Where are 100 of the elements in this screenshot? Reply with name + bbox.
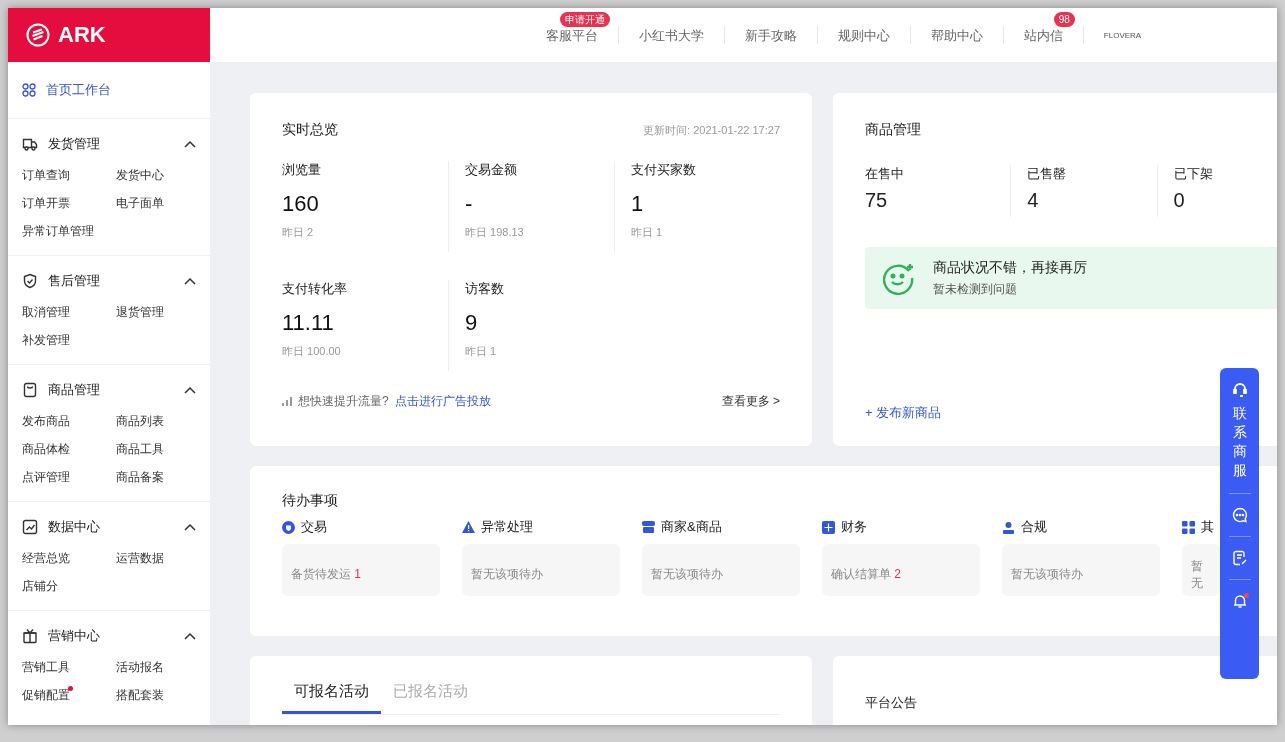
sidebar-home-item[interactable]: 首页工作台 [8,62,210,118]
person-icon [1002,520,1015,534]
sidebar-item[interactable]: 电子面单 [116,189,164,217]
metric-yesterday: 昨日 1 [465,344,498,359]
brand-name: ARK [58,22,106,48]
metric-yesterday: 昨日 100.00 [282,344,342,359]
card-title: 平台公告 [865,695,917,710]
stat-value: 4 [1027,189,1040,212]
metric-value: 160 [282,191,320,217]
sidebar-group-header[interactable]: 数据中心 [22,514,196,540]
top-nav-link[interactable]: 新手攻略 [744,26,797,45]
top-nav-link[interactable]: 站内信 [1023,26,1063,45]
todo-category: 商家&商品 [661,518,722,536]
sidebar-item[interactable]: 补发管理 [22,326,70,354]
sidebar-item[interactable]: 异常订单管理 [22,217,94,245]
shield-icon [282,520,295,534]
todo-item[interactable]: 暂无 [1182,544,1220,596]
sidebar-group-header[interactable]: 营销中心 [22,623,196,649]
metric-label: 支付买家数 [631,161,697,179]
metric-yesterday: 昨日 1 [631,225,664,240]
ad-link[interactable]: 点击进行广告投放 [394,393,491,410]
store-icon [642,521,655,533]
headset-icon [1231,382,1248,398]
card-title: 实时总览 [282,121,338,139]
bag-icon [22,382,38,398]
grid-icon [22,83,36,97]
sidebar-item[interactable]: 发布商品 [22,407,70,435]
metric-value: 9 [465,310,479,336]
trend-chart-icon [22,519,38,535]
stat-label: 已售罄 [1027,165,1068,183]
sidebar-item[interactable]: 活动报名 [116,653,164,681]
sidebar-item[interactable]: 商品体检 [22,435,70,463]
metric-value: - [465,191,474,217]
nav-badge: 98 [1053,11,1075,27]
sidebar-group-title: 商品管理 [48,381,101,399]
publish-product-link[interactable]: + 发布新商品 [865,404,942,422]
sidebar-item[interactable]: 订单开票 [22,189,70,217]
signal-bars-icon [282,397,292,406]
logo-icon [26,23,50,47]
sidebar-group-title: 发货管理 [48,135,101,153]
top-nav-link[interactable]: 规则中心 [837,26,890,45]
metric-yesterday: 昨日 198.13 [465,225,525,240]
sidebar-item[interactable]: 促销配置 [22,681,70,709]
sidebar-item[interactable]: 订单查询 [22,161,70,189]
todo-category: 合规 [1021,518,1047,536]
gift-icon [22,628,38,644]
stat-label: 已下架 [1173,165,1214,183]
metric-yesterday: 昨日 2 [282,225,315,240]
sidebar-item[interactable]: 商品列表 [116,407,164,435]
contact-service-button[interactable]: 联系商服 [1232,404,1247,480]
sidebar-group-title: 售后管理 [48,272,101,290]
todo-category: 交易 [301,518,327,536]
metric-label: 访客数 [465,280,505,298]
activity-tab[interactable]: 可报名活动 [282,656,381,714]
chat-button[interactable] [1231,506,1248,523]
todo-item[interactable]: 确认结算单 2 [822,544,980,596]
sidebar-group-header[interactable]: 发货管理 [22,131,196,157]
sidebar-item[interactable]: 退货管理 [116,298,164,326]
top-nav-link[interactable]: 客服平台 [545,26,598,45]
grid-icon [1182,520,1195,534]
sidebar-group-header[interactable]: 商品管理 [22,377,196,403]
status-title: 商品状况不错，再接再厉 [933,258,1087,277]
smiley-icon [881,261,915,295]
metric-label: 支付转化率 [282,280,348,298]
status-subtitle: 暂未检测到问题 [933,280,1018,298]
view-more-link[interactable]: 查看更多 > [721,393,780,410]
sidebar-item[interactable]: 发货中心 [116,161,164,189]
sidebar-item[interactable]: 点评管理 [22,463,70,491]
todo-category: 财务 [841,518,867,536]
promo-text: 想快速提升流量? [298,393,389,410]
sidebar-item[interactable]: 商品备案 [116,463,164,491]
sidebar-group-header[interactable]: 售后管理 [22,268,196,294]
metric-label: 浏览量 [282,161,322,179]
sidebar-item[interactable]: 搭配套装 [116,681,164,709]
truck-icon [22,136,38,152]
todo-category: 异常处理 [481,518,533,536]
metric-value: 11.11 [282,310,335,336]
top-nav-link[interactable]: 帮助中心 [930,26,983,45]
nav-badge: 申请开通 [559,11,610,27]
top-nav-link[interactable]: 小红书大学 [638,26,704,45]
card-title: 待办事项 [282,492,339,510]
sidebar-item[interactable]: 店铺分 [22,572,58,600]
sidebar-item[interactable]: 取消管理 [22,298,70,326]
metric-value: 1 [631,191,645,217]
stat-label: 在售中 [865,165,905,183]
stat-value: 75 [865,189,889,212]
sidebar-item[interactable]: 营销工具 [22,653,70,681]
todo-category: 其 [1201,518,1214,536]
sidebar-group-title: 数据中心 [48,518,101,536]
metric-label: 交易金额 [465,161,518,179]
sidebar-item[interactable]: 商品工具 [116,435,164,463]
sidebar-item[interactable]: 运营数据 [116,544,164,572]
todo-item[interactable]: 备货待发运 1 [282,544,440,596]
shield-icon [22,273,38,289]
stat-value: 0 [1173,189,1186,212]
card-title: 商品管理 [865,121,922,139]
sidebar-item[interactable]: 经营总览 [22,544,70,572]
update-time: 更新时间: 2021-01-22 17:27 [643,122,780,138]
edit-document-button[interactable] [1231,549,1248,566]
notification-button[interactable] [1231,592,1248,609]
